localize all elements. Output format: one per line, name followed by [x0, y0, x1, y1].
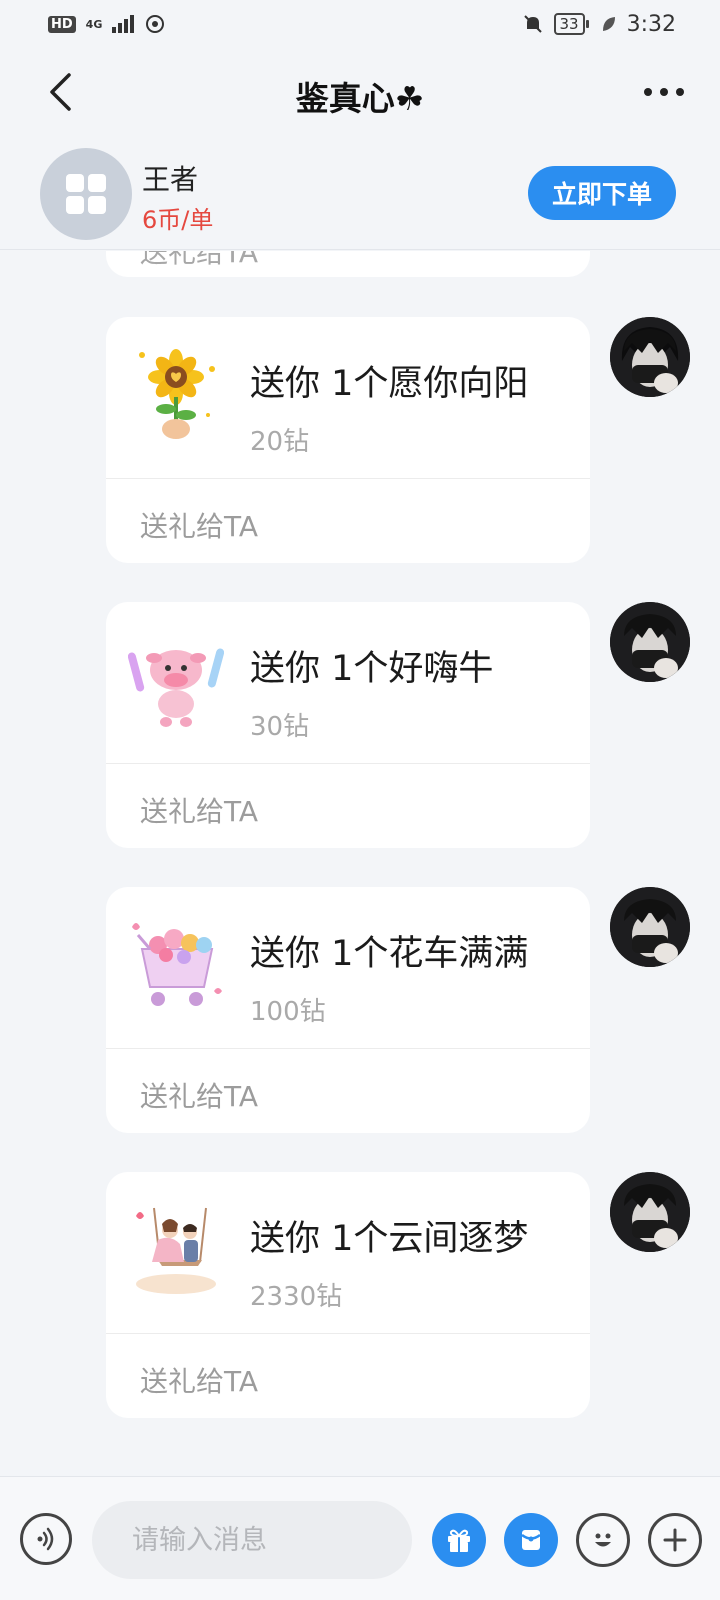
status-right: 33 3:32	[522, 11, 676, 37]
gift-card: 送你 1个愿你向阳 20钻 送礼给TA	[106, 317, 590, 563]
smiley-icon	[595, 1533, 611, 1547]
battery-indicator: 33	[553, 13, 589, 35]
flower-cart-gift-icon	[132, 923, 222, 1006]
mute-bell-icon	[523, 15, 542, 33]
gift-title: 送你 1个云间逐梦	[250, 1219, 529, 1259]
gift-card-body: 送你 1个愿你向阳 20钻	[106, 317, 590, 479]
grid-tile-icon	[66, 196, 84, 214]
avatar-image	[610, 1172, 690, 1252]
service-name: 王者	[142, 163, 199, 196]
grid-tile-icon	[88, 174, 106, 192]
service-avatar[interactable]	[40, 148, 132, 240]
user-avatar[interactable]	[610, 887, 690, 967]
voice-button[interactable]	[20, 1513, 72, 1565]
nav-bar: 鉴真心☘	[0, 48, 720, 138]
more-dot-icon	[676, 88, 684, 96]
status-left: HD 4G	[48, 13, 166, 35]
emoji-button[interactable]	[576, 1513, 630, 1567]
gift-card-body: 送你 1个好嗨牛 30钻	[106, 602, 590, 764]
voice-icon	[37, 1527, 54, 1551]
status-bar: HD 4G 33 3:32	[0, 0, 720, 48]
page-title: 鉴真心☘	[295, 79, 425, 118]
send-gift-button[interactable]: 送礼给TA	[140, 1075, 258, 1115]
sunflower-gift-icon	[139, 349, 215, 439]
leaf-icon	[602, 17, 615, 31]
user-avatar[interactable]	[610, 1172, 690, 1252]
signal-icon	[112, 15, 135, 33]
chat-messages[interactable]: 送礼给TA 送你 1个愿你向阳 20钻 送礼给TA 送你 1个好嗨牛 30钻 送…	[0, 251, 720, 1476]
more-dot-icon	[644, 88, 652, 96]
grid-tile-icon	[88, 196, 106, 214]
clock: 3:32	[626, 11, 676, 37]
red-packet-button[interactable]	[504, 1513, 558, 1567]
couple-swing-gift-icon	[136, 1207, 216, 1294]
hotspot-icon	[146, 15, 165, 33]
service-price: 6币/单	[142, 206, 214, 234]
network-type: 4G	[85, 17, 103, 31]
gift-title: 送你 1个花车满满	[250, 934, 529, 974]
gift-card: 送你 1个云间逐梦 2330钻 送礼给TA	[106, 1172, 590, 1418]
send-gift-button[interactable]: 送礼给TA	[140, 505, 258, 545]
gift-card-body: 送你 1个云间逐梦 2330钻	[106, 1172, 590, 1334]
gift-title: 送你 1个好嗨牛	[250, 649, 494, 689]
message-row: 送你 1个好嗨牛 30钻 送礼给TA	[0, 602, 720, 848]
gift-price: 2330钻	[250, 1282, 343, 1312]
send-gift-button[interactable]: 送礼给TA	[140, 790, 258, 830]
send-gift-button[interactable]: 送礼给TA	[140, 1360, 258, 1400]
gift-price: 20钻	[250, 427, 310, 457]
gift-button[interactable]	[432, 1513, 486, 1567]
grid-tile-icon	[66, 174, 84, 192]
pink-cow-gift-icon	[128, 648, 224, 727]
send-gift-button[interactable]: 送礼给TA	[140, 251, 258, 271]
gift-price: 100钻	[250, 997, 326, 1027]
red-packet-icon	[521, 1530, 541, 1550]
gift-box-icon	[448, 1529, 470, 1552]
more-actions-button[interactable]	[648, 1513, 702, 1567]
input-bar	[0, 1476, 720, 1600]
message-input[interactable]	[92, 1501, 412, 1579]
more-button[interactable]	[634, 70, 694, 114]
message-row: 送你 1个愿你向阳 20钻 送礼给TA	[0, 317, 720, 563]
message-row: 送你 1个云间逐梦 2330钻 送礼给TA	[0, 1172, 720, 1418]
gift-card-body: 送你 1个花车满满 100钻	[106, 887, 590, 1049]
gift-card-partial: 送礼给TA	[106, 251, 590, 277]
hd-badge: HD	[48, 15, 76, 33]
message-row: 送你 1个花车满满 100钻 送礼给TA	[0, 887, 720, 1133]
user-avatar[interactable]	[610, 317, 690, 397]
avatar-image	[610, 887, 690, 967]
gift-title: 送你 1个愿你向阳	[250, 364, 529, 404]
avatar-image	[610, 602, 690, 682]
gift-card: 送你 1个花车满满 100钻 送礼给TA	[106, 887, 590, 1133]
avatar-image	[610, 317, 690, 397]
order-now-button[interactable]: 立即下单	[528, 166, 676, 220]
gift-card: 送你 1个好嗨牛 30钻 送礼给TA	[106, 602, 590, 848]
gift-price: 30钻	[250, 712, 310, 742]
more-dot-icon	[660, 88, 668, 96]
user-avatar[interactable]	[610, 602, 690, 682]
plus-icon	[663, 1528, 687, 1552]
service-header: 王者 6币/单 立即下单	[0, 138, 720, 250]
